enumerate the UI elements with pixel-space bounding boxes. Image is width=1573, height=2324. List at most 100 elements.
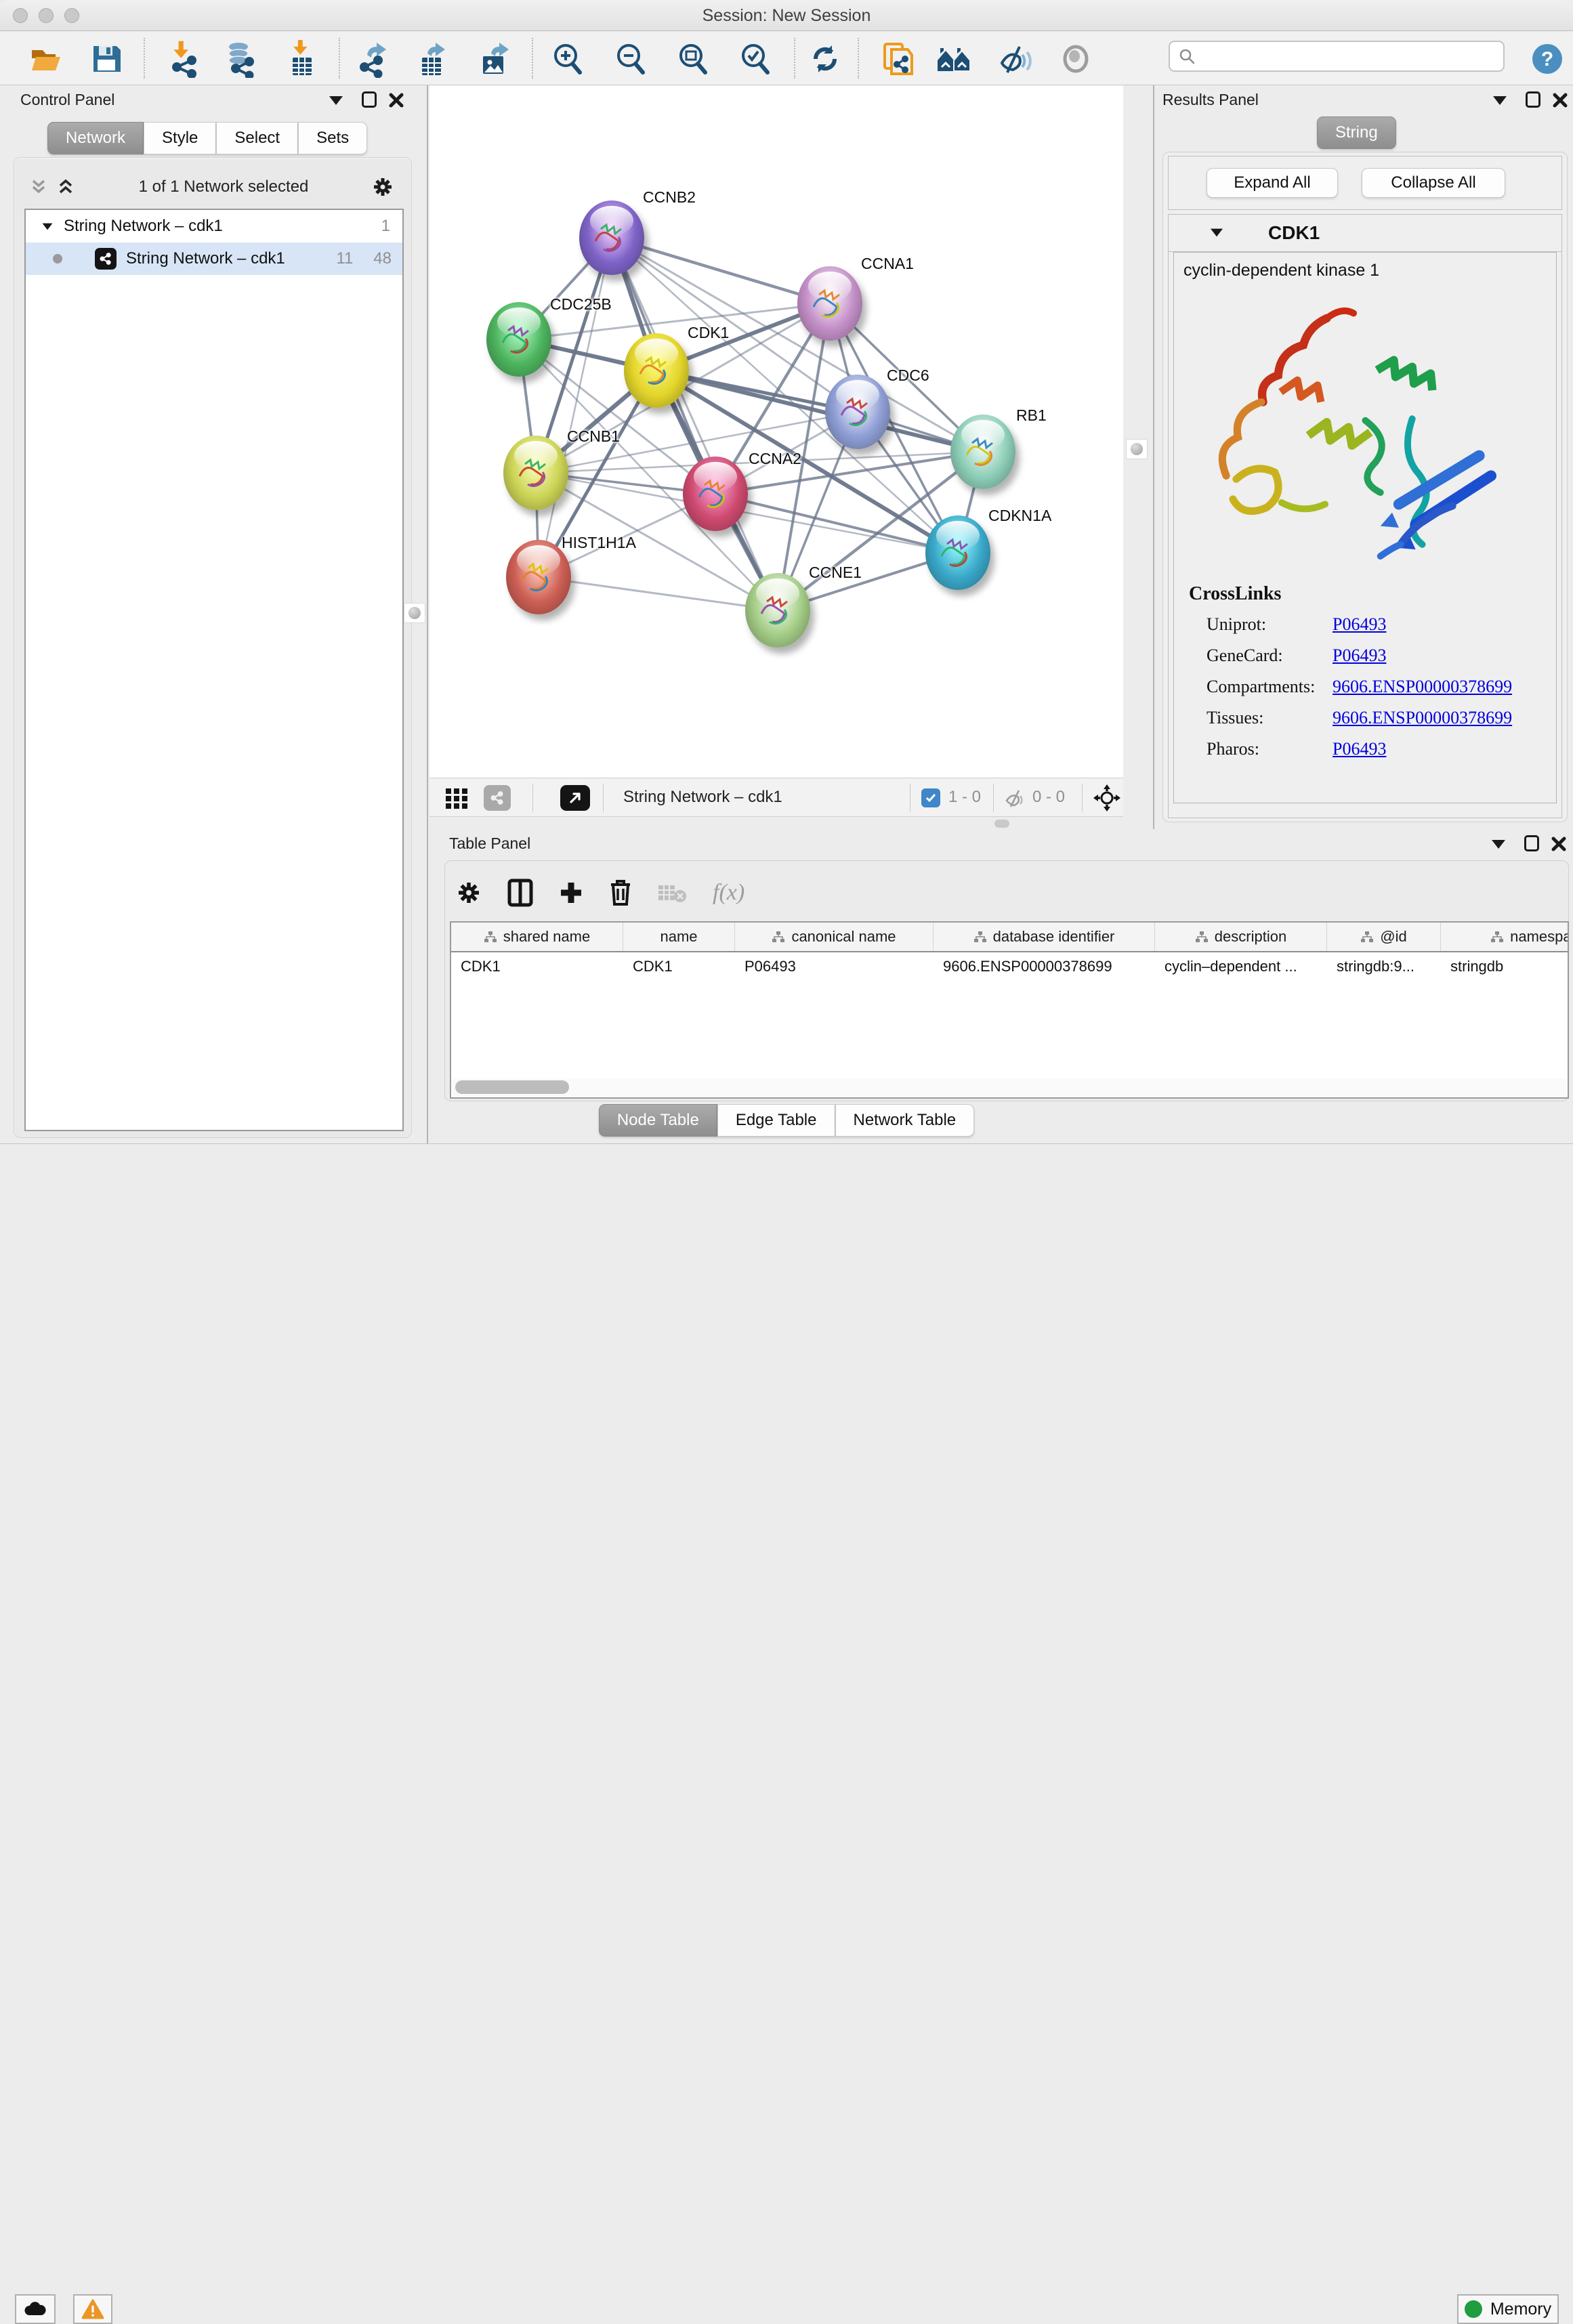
- grid-view-icon[interactable]: [444, 787, 469, 809]
- birds-eye-view-icon[interactable]: [560, 785, 590, 811]
- control-panel-menu-icon[interactable]: [329, 96, 343, 105]
- tab-network[interactable]: Network: [47, 122, 144, 154]
- table-cell[interactable]: stringdb:9...: [1327, 952, 1441, 981]
- cloud-button[interactable]: [15, 2294, 56, 2324]
- column-header[interactable]: database identifier: [934, 923, 1155, 951]
- control-panel-close-icon[interactable]: [387, 91, 405, 109]
- import-network-file-button[interactable]: [164, 39, 203, 79]
- table-panel-close-icon[interactable]: [1550, 835, 1568, 853]
- expand-all-button[interactable]: Expand All: [1207, 168, 1338, 198]
- column-header[interactable]: @id: [1327, 923, 1441, 951]
- table-cell[interactable]: stringdb: [1441, 952, 1569, 981]
- tab-select[interactable]: Select: [216, 122, 298, 154]
- import-table-file-button[interactable]: [282, 39, 322, 79]
- results-panel-float-icon[interactable]: [1526, 91, 1540, 108]
- table-cell[interactable]: CDK1: [451, 952, 623, 981]
- tab-node-table[interactable]: Node Table: [599, 1104, 717, 1137]
- export-network-button[interactable]: [354, 39, 394, 79]
- table-cell[interactable]: CDK1: [623, 952, 735, 981]
- network-node[interactable]: [745, 573, 810, 648]
- network-node[interactable]: [950, 415, 1015, 489]
- export-table-button[interactable]: [413, 39, 453, 79]
- table-row[interactable]: CDK1CDK1P064939606.ENSP00000378699cyclin…: [451, 952, 1568, 981]
- right-splitter-handle[interactable]: [1126, 439, 1148, 459]
- zoom-fit-button[interactable]: [673, 39, 713, 79]
- left-splitter-handle[interactable]: [404, 603, 425, 623]
- table-horizontal-scrollbar[interactable]: [453, 1078, 1566, 1096]
- crosslink-link[interactable]: 9606.ENSP00000378699: [1333, 677, 1512, 697]
- node-table[interactable]: shared namenamecanonical namedatabase id…: [450, 921, 1569, 1099]
- control-panel-float-icon[interactable]: [362, 91, 377, 108]
- open-session-button[interactable]: [26, 39, 66, 79]
- table-options-gear-icon[interactable]: [455, 879, 482, 906]
- table-cell[interactable]: cyclin–dependent ...: [1155, 952, 1327, 981]
- tab-sets[interactable]: Sets: [298, 122, 367, 154]
- help-button[interactable]: ?: [1528, 39, 1567, 79]
- collection-expand-icon[interactable]: [43, 223, 53, 230]
- results-panel-close-icon[interactable]: [1551, 91, 1569, 109]
- expand-all-icon[interactable]: [56, 177, 76, 197]
- selected-checkbox-icon[interactable]: [921, 788, 940, 807]
- first-neighbors-button[interactable]: [935, 39, 974, 79]
- network-node[interactable]: [797, 266, 862, 341]
- network-node[interactable]: [825, 375, 890, 449]
- network-options-gear-icon[interactable]: [371, 175, 394, 198]
- gene-collapse-icon[interactable]: [1211, 229, 1223, 237]
- network-node[interactable]: [503, 436, 568, 510]
- clone-network-button[interactable]: [879, 39, 918, 79]
- network-edge[interactable]: [539, 238, 612, 577]
- column-header[interactable]: description: [1155, 923, 1327, 951]
- horizontal-splitter-handle[interactable]: [994, 820, 1009, 828]
- network-view-canvas[interactable]: CCNB2CCNA1CDC25BCDK1CDC6RB1CCNB1CCNA2CDK…: [429, 85, 1123, 778]
- network-collection-row[interactable]: String Network – cdk1 1: [26, 210, 402, 242]
- network-row[interactable]: String Network – cdk1 11 48: [26, 242, 402, 275]
- crosslink-link[interactable]: P06493: [1333, 739, 1386, 759]
- hide-selected-button[interactable]: [996, 39, 1035, 79]
- table-cell[interactable]: 9606.ENSP00000378699: [934, 952, 1155, 981]
- network-node[interactable]: [486, 302, 551, 377]
- column-header[interactable]: canonical name: [735, 923, 934, 951]
- collapse-all-button[interactable]: Collapse All: [1362, 168, 1505, 198]
- tab-style[interactable]: Style: [144, 122, 216, 154]
- crosslink-link[interactable]: P06493: [1333, 646, 1386, 666]
- network-node[interactable]: [683, 457, 748, 531]
- tab-string[interactable]: String: [1317, 117, 1396, 149]
- pan-crosshair-icon[interactable]: [1093, 784, 1120, 811]
- scrollbar-thumb[interactable]: [455, 1080, 569, 1094]
- show-columns-icon[interactable]: [507, 878, 534, 908]
- zoom-selected-button[interactable]: [736, 39, 775, 79]
- export-image-button[interactable]: [476, 39, 515, 79]
- table-cell[interactable]: P06493: [735, 952, 934, 981]
- column-attribute-icon: [1490, 931, 1504, 943]
- gene-section-header[interactable]: CDK1: [1168, 214, 1562, 252]
- create-column-icon[interactable]: [558, 880, 584, 906]
- zoom-out-button[interactable]: [611, 39, 650, 79]
- crosslink-link[interactable]: 9606.ENSP00000378699: [1333, 708, 1512, 728]
- import-network-database-button[interactable]: [220, 39, 259, 79]
- tab-network-table[interactable]: Network Table: [835, 1104, 975, 1137]
- apply-layout-button[interactable]: [805, 39, 845, 79]
- results-panel-menu-icon[interactable]: [1493, 96, 1507, 105]
- column-header[interactable]: shared name: [451, 923, 623, 951]
- column-header[interactable]: name: [623, 923, 735, 951]
- network-node[interactable]: [579, 200, 644, 275]
- zoom-in-button[interactable]: [548, 39, 587, 79]
- network-node[interactable]: [925, 515, 990, 590]
- network-edge[interactable]: [539, 577, 778, 610]
- table-panel-menu-icon[interactable]: [1492, 840, 1505, 849]
- network-view-mode-icon[interactable]: [484, 785, 511, 811]
- memory-button[interactable]: Memory: [1457, 2294, 1559, 2324]
- tab-edge-table[interactable]: Edge Table: [717, 1104, 835, 1137]
- network-edge[interactable]: [612, 238, 830, 303]
- table-panel-float-icon[interactable]: [1524, 835, 1539, 851]
- delete-column-icon[interactable]: [608, 879, 633, 907]
- network-edge[interactable]: [612, 238, 778, 610]
- save-session-button[interactable]: [87, 39, 126, 79]
- network-node[interactable]: [624, 333, 689, 408]
- show-all-button[interactable]: [1056, 39, 1095, 79]
- crosslink-link[interactable]: P06493: [1333, 614, 1386, 635]
- collapse-all-icon[interactable]: [28, 177, 49, 197]
- column-header[interactable]: namespace: [1441, 923, 1569, 951]
- warnings-button[interactable]: [73, 2294, 112, 2324]
- search-input[interactable]: [1169, 41, 1505, 72]
